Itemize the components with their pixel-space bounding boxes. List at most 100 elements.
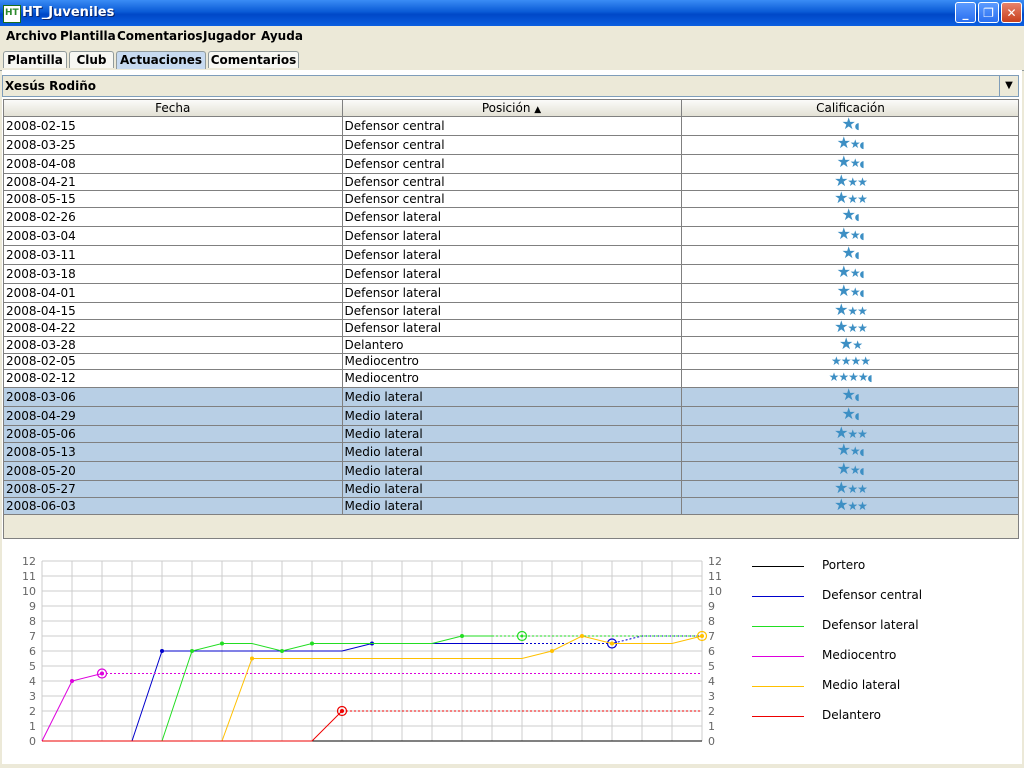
y-tick-label-right: 6 xyxy=(708,645,715,658)
cell-calificacion: ★◖ xyxy=(681,406,1018,426)
star-icon: ★ xyxy=(849,444,861,458)
star-icon: ★ xyxy=(836,461,851,478)
y-tick-label-left: 1 xyxy=(29,720,36,733)
cell-calificacion: ★★★ xyxy=(681,480,1018,498)
legend-label-2: Defensor lateral xyxy=(822,618,919,632)
ratings-chart: 0 0 1 1 2 2 3 3 4 4 5 5 6 6 7 7 8 8 9 9 10 10 11 11 12 12 Portero… xyxy=(2,542,1022,764)
y-tick-label-right: 3 xyxy=(708,690,715,703)
maximize-button[interactable]: ❐ xyxy=(978,2,999,23)
cell-posicion: Medio lateral xyxy=(342,425,682,443)
table-row[interactable]: 2008-04-15 Defensor lateral ★★★ xyxy=(4,302,1018,320)
data-point xyxy=(70,679,74,683)
chevron-down-icon[interactable]: ▼ xyxy=(999,76,1018,96)
cell-posicion: Medio lateral xyxy=(342,387,682,407)
cell-fecha: 2008-04-21 xyxy=(4,173,343,191)
cell-posicion: Defensor central xyxy=(342,173,682,191)
app-icon: HT xyxy=(3,5,21,23)
menu-jugador[interactable]: Jugador xyxy=(203,29,255,43)
menu-ayuda[interactable]: Ayuda xyxy=(261,29,303,43)
y-tick-label-right: 9 xyxy=(708,600,715,613)
table-row[interactable]: 2008-03-04 Defensor lateral ★★◖ xyxy=(4,226,1018,246)
table-row[interactable]: 2008-06-03 Medio lateral ★★★ xyxy=(4,497,1018,515)
star-icon: ★ xyxy=(841,116,855,133)
table-row[interactable]: 2008-03-11 Defensor lateral ★◖ xyxy=(4,245,1018,265)
table-row[interactable]: 2008-02-26 Defensor lateral ★◖ xyxy=(4,207,1018,227)
star-icon: ★ xyxy=(847,499,858,513)
star-icon: ★ xyxy=(841,406,855,423)
cell-fecha: 2008-05-20 xyxy=(4,461,343,481)
cell-calificacion: ★★★ xyxy=(681,425,1018,443)
cell-calificacion: ★★★ xyxy=(681,173,1018,191)
table-row[interactable]: 2008-04-21 Defensor central ★★★ xyxy=(4,173,1018,191)
minimize-button[interactable]: _ xyxy=(955,2,976,23)
table-row[interactable]: 2008-03-25 Defensor central ★★◖ xyxy=(4,135,1018,155)
star-icon: ★ xyxy=(847,304,858,318)
cell-fecha: 2008-03-11 xyxy=(4,245,343,265)
table-row[interactable]: 2008-04-08 Defensor central ★★◖ xyxy=(4,154,1018,174)
cell-fecha: 2008-02-15 xyxy=(4,116,343,136)
cell-fecha: 2008-05-15 xyxy=(4,190,343,208)
table-row[interactable]: 2008-05-27 Medio lateral ★★★ xyxy=(4,480,1018,498)
star-icon: ★ xyxy=(857,370,869,384)
tab-comentarios[interactable]: Comentarios xyxy=(208,51,299,68)
star-icon: ★ xyxy=(849,285,861,299)
current-value-dot xyxy=(700,634,704,638)
table-row[interactable]: 2008-03-18 Defensor lateral ★★◖ xyxy=(4,264,1018,284)
table-row[interactable]: 2008-04-29 Medio lateral ★◖ xyxy=(4,406,1018,426)
tab-club[interactable]: Club xyxy=(69,51,114,68)
player-select-value: Xesús Rodiño xyxy=(5,79,97,93)
cell-fecha: 2008-05-13 xyxy=(4,442,343,462)
table-row[interactable]: 2008-04-22 Defensor lateral ★★★ xyxy=(4,319,1018,337)
tab-plantilla[interactable]: Plantilla xyxy=(3,51,67,68)
menu-plantilla[interactable]: Plantilla xyxy=(60,29,116,43)
table-row[interactable]: 2008-02-12 Mediocentro ★★★★◖ xyxy=(4,369,1018,388)
cell-posicion: Mediocentro xyxy=(342,353,682,370)
table-row[interactable]: 2008-03-06 Medio lateral ★◖ xyxy=(4,387,1018,407)
tab-actuaciones[interactable]: Actuaciones xyxy=(116,51,206,69)
table-row[interactable]: 2008-04-01 Defensor lateral ★★◖ xyxy=(4,283,1018,303)
cell-calificacion: ★★★ xyxy=(681,497,1018,515)
column-header-calificacion[interactable]: Calificación xyxy=(681,100,1018,117)
star-icon: ★ xyxy=(836,226,851,243)
cell-posicion: Defensor lateral xyxy=(342,226,682,246)
table-row[interactable]: 2008-02-05 Mediocentro ★★★★ xyxy=(4,353,1018,370)
cell-calificacion: ★★★ xyxy=(681,302,1018,320)
legend-label-1: Defensor central xyxy=(822,588,923,602)
cell-calificacion: ★★◖ xyxy=(681,135,1018,155)
menu-comentarios[interactable]: Comentarios xyxy=(117,29,203,43)
data-point xyxy=(610,641,614,646)
half-star-icon: ◖ xyxy=(854,393,860,403)
star-icon: ★ xyxy=(857,192,868,206)
star-icon: ★ xyxy=(857,175,868,189)
star-icon: ★ xyxy=(857,304,868,318)
table-row[interactable]: 2008-05-06 Medio lateral ★★★ xyxy=(4,425,1018,443)
table-row[interactable]: 2008-05-15 Defensor central ★★★ xyxy=(4,190,1018,208)
table-row[interactable]: 2008-05-13 Medio lateral ★★◖ xyxy=(4,442,1018,462)
current-value-dot xyxy=(340,709,344,713)
player-select[interactable]: Xesús Rodiño ▼ xyxy=(2,75,1019,97)
data-point xyxy=(220,641,224,646)
star-icon: ★ xyxy=(852,338,863,352)
half-star-icon: ◖ xyxy=(859,467,865,477)
half-star-icon: ◖ xyxy=(859,232,865,242)
cell-posicion: Medio lateral xyxy=(342,480,682,498)
star-icon: ★ xyxy=(849,228,861,242)
table-row[interactable]: 2008-05-20 Medio lateral ★★◖ xyxy=(4,461,1018,481)
y-tick-label-left: 6 xyxy=(29,645,36,658)
column-header-posicion[interactable]: Posición ▲ xyxy=(342,100,682,117)
y-tick-label-right: 2 xyxy=(708,705,715,718)
table-row[interactable]: 2008-02-15 Defensor central ★◖ xyxy=(4,116,1018,136)
tab-bar: Plantilla Club Actuaciones Comentarios xyxy=(0,48,1024,71)
cell-posicion: Defensor lateral xyxy=(342,302,682,320)
table-row[interactable]: 2008-03-28 Delantero ★★ xyxy=(4,336,1018,354)
half-star-icon: ◖ xyxy=(854,412,860,422)
y-tick-label-right: 12 xyxy=(708,555,722,568)
column-header-fecha[interactable]: Fecha xyxy=(4,100,343,117)
menu-archivo[interactable]: Archivo xyxy=(6,29,57,43)
y-tick-label-right: 11 xyxy=(708,570,722,583)
series-line-2 xyxy=(42,635,492,742)
close-button[interactable]: ✕ xyxy=(1001,2,1022,23)
cell-fecha: 2008-06-03 xyxy=(4,497,343,515)
cell-calificacion: ★★◖ xyxy=(681,226,1018,246)
cell-posicion: Defensor central xyxy=(342,190,682,208)
